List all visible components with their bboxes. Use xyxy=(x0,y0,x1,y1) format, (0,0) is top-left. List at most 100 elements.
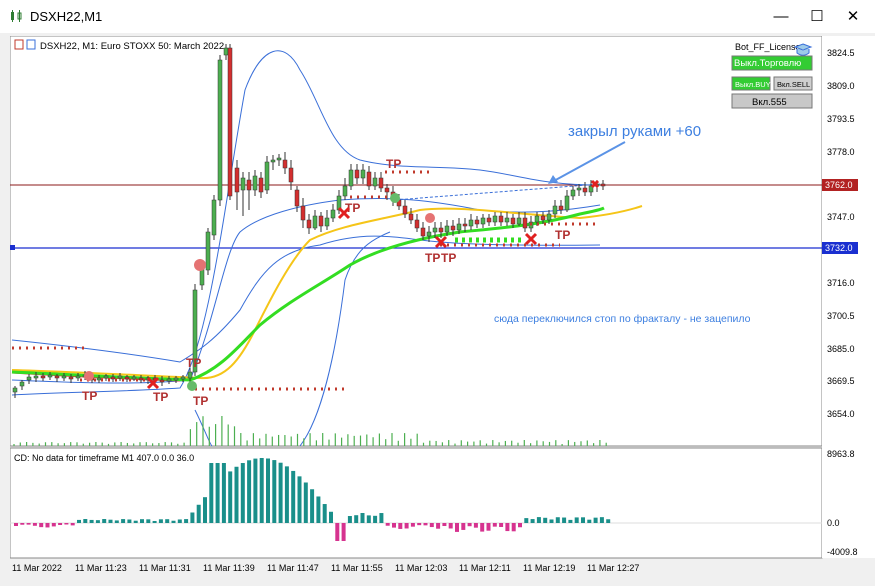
candle-body xyxy=(354,169,360,179)
candle-body xyxy=(438,227,444,233)
histogram-bar xyxy=(158,519,163,523)
candle-body xyxy=(540,215,546,221)
time-tick: 11 Mar 11:55 xyxy=(331,563,383,573)
candle-body xyxy=(159,379,165,383)
price-tick: 3700.5 xyxy=(827,311,855,321)
tp-label: TP xyxy=(386,157,401,171)
candle-body xyxy=(26,376,32,381)
indicator-tick: -4009.8 xyxy=(827,547,858,557)
candle-body xyxy=(288,167,294,183)
annotation-stop: сюда переключился стоп по фракталу - не … xyxy=(494,313,751,325)
current-price-label: 3762.0 xyxy=(825,180,853,190)
candle-body xyxy=(68,376,74,380)
candle-body xyxy=(19,381,25,387)
candle-body xyxy=(348,169,354,187)
candle-body xyxy=(426,231,432,237)
histogram-bar xyxy=(89,519,94,523)
histogram-bar xyxy=(530,519,535,523)
candle-body xyxy=(258,177,264,193)
candle-body xyxy=(246,179,252,191)
time-tick: 11 Mar 2022 xyxy=(12,563,62,573)
histogram-bar xyxy=(272,460,277,523)
candle-body xyxy=(510,217,516,225)
tp-label: TP xyxy=(153,390,168,404)
chart-header-text: DSXH22, M1: Euro STOXX 50: March 2022 xyxy=(40,41,224,52)
candle-body xyxy=(486,217,492,223)
histogram-bar xyxy=(209,463,214,523)
histogram-bar xyxy=(177,519,182,523)
histogram-bar xyxy=(448,523,453,529)
histogram-bar xyxy=(385,523,390,526)
candle-body xyxy=(546,213,552,221)
histogram-bar xyxy=(599,517,604,523)
candle-body xyxy=(227,47,233,197)
close-button[interactable]: ✕ xyxy=(835,4,871,30)
maximize-button[interactable]: ☐ xyxy=(799,4,835,30)
histogram-bar xyxy=(417,523,422,526)
histogram-bar xyxy=(64,523,69,525)
candle-body xyxy=(570,189,576,197)
entry-marker-icon xyxy=(84,371,94,381)
histogram-bar xyxy=(140,519,144,523)
histogram-bar xyxy=(499,523,504,527)
histogram-bar xyxy=(190,512,195,523)
histogram-bar xyxy=(95,520,100,523)
histogram-bar xyxy=(291,470,296,523)
histogram-bar xyxy=(102,519,107,523)
histogram-bar xyxy=(581,517,585,523)
time-tick: 11 Mar 12:19 xyxy=(523,563,575,573)
candle-body xyxy=(234,167,240,193)
candle-body xyxy=(456,223,462,231)
histogram-bar xyxy=(423,523,428,526)
histogram-bar xyxy=(165,519,170,523)
entry-marker-icon xyxy=(390,193,400,203)
indicator-tick: 0.0 xyxy=(827,518,840,528)
price-tick: 3809.0 xyxy=(827,81,855,91)
candle-body xyxy=(61,375,67,379)
buy-label: Выкл.BUY xyxy=(735,80,771,89)
price-tick: 3824.5 xyxy=(827,48,855,58)
chart-area[interactable]: 3824.5 3809.0 3793.5 3778.0 3747.0 3716.… xyxy=(9,35,875,581)
price-chart[interactable]: 3824.5 3809.0 3793.5 3778.0 3747.0 3716.… xyxy=(9,35,875,581)
histogram-bar xyxy=(240,463,245,523)
histogram-bar xyxy=(39,523,44,528)
candle-body xyxy=(180,376,186,380)
time-tick: 11 Mar 11:47 xyxy=(267,563,319,573)
entry-marker-icon xyxy=(194,259,206,271)
candle-body xyxy=(504,217,510,223)
histogram-bar xyxy=(58,523,63,526)
histogram-bar xyxy=(259,458,264,523)
histogram-bar xyxy=(505,523,510,532)
histogram-bar xyxy=(171,520,176,523)
histogram-bar xyxy=(461,523,466,530)
candle-body xyxy=(138,377,144,381)
license-label: Bot_FF_License xyxy=(735,42,801,52)
candle-body xyxy=(552,205,558,215)
histogram-bar xyxy=(20,523,25,525)
histogram-bar xyxy=(436,523,441,529)
minimize-button[interactable]: — xyxy=(763,4,799,30)
histogram-bar xyxy=(606,519,611,523)
candle-body xyxy=(414,219,420,229)
time-tick: 11 Mar 11:39 xyxy=(203,563,255,573)
tp-label: TP xyxy=(186,356,201,370)
candle-body xyxy=(187,371,193,379)
histogram-bar xyxy=(366,515,371,523)
histogram-bar xyxy=(152,520,157,523)
candle-body xyxy=(110,376,116,380)
histogram-bar xyxy=(284,466,289,523)
histogram-bar xyxy=(549,519,554,523)
histogram-bar xyxy=(467,523,472,527)
tp-label: TP xyxy=(555,228,570,242)
price-tick: 3685.0 xyxy=(827,344,855,354)
histogram-bar xyxy=(410,523,415,527)
histogram-bar xyxy=(215,463,220,523)
candle-body xyxy=(516,217,522,225)
histogram-bar xyxy=(184,519,189,523)
header-icon xyxy=(14,39,24,50)
candle-body xyxy=(582,187,588,193)
level-line-handle[interactable] xyxy=(10,245,15,250)
histogram-bar xyxy=(568,519,573,523)
window-titlebar: DSXH22,M1 — ☐ ✕ xyxy=(0,0,875,33)
candle-body xyxy=(342,185,348,197)
